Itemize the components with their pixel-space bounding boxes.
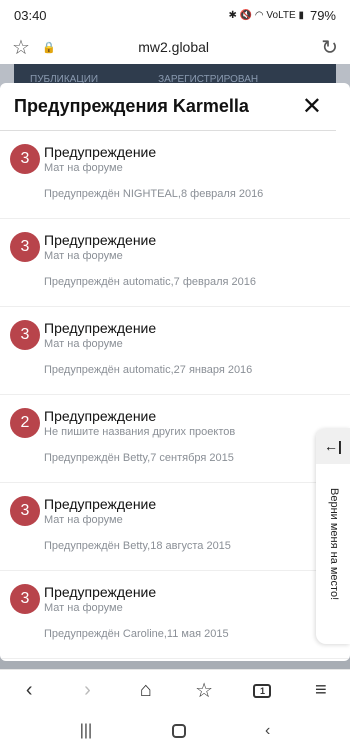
warning-meta: Предупреждён Betty,7 сентября 2015 [44, 452, 234, 464]
warning-item: 3 Предупреждение Мат на форуме Предупреж… [0, 131, 350, 219]
bookmarks-star-icon[interactable]: ☆ [184, 671, 224, 711]
menu-icon[interactable]: ≡ [301, 671, 341, 711]
warning-title[interactable]: Предупреждение [44, 408, 156, 424]
warning-points-badge: 2 [10, 408, 40, 438]
home-button-icon[interactable] [171, 723, 186, 738]
battery-level: 79% [309, 7, 336, 23]
lock-icon: 🔒 [42, 41, 56, 54]
forward-icon[interactable]: › [67, 671, 107, 711]
restore-position-tab[interactable]: ←| Верни меня на место! [316, 428, 350, 644]
warning-item: 3 Предупреждение Мат на форуме Предупреж… [0, 571, 350, 659]
warning-reason: Мат на форуме [44, 602, 123, 614]
arrow-left-bar-icon[interactable]: ←| [316, 428, 350, 464]
warning-reason: Мат на форуме [44, 250, 123, 262]
warning-points-badge: 3 [10, 496, 40, 526]
address-bar: ☆ 🔒 mw2.global ↻ [0, 30, 350, 64]
status-time: 03:40 [14, 7, 47, 23]
browser-toolbar: ‹ › ⌂ ☆ 1 ≡ [0, 669, 350, 711]
warning-meta: Предупреждён Betty,18 августа 2015 [44, 540, 231, 552]
tab-count: 1 [253, 683, 272, 698]
reload-icon[interactable]: ↻ [321, 35, 338, 60]
warning-points-badge: 3 [10, 232, 40, 262]
warning-item: 3 Предупреждение Мат на форуме Предупреж… [0, 219, 350, 307]
back-icon[interactable]: ‹ [9, 671, 49, 711]
warning-reason: Не пишите названия других проектов [44, 426, 236, 438]
warnings-modal: Предупреждения Karmella ✕ 3 Предупрежден… [0, 83, 350, 661]
status-icons: ✱ 🔇 ◠ VoLTE ▮ 79% [229, 8, 336, 23]
warning-reason: Мат на форуме [44, 338, 123, 350]
warning-points-badge: 3 [10, 144, 40, 174]
warning-points-badge: 3 [10, 320, 40, 350]
warning-list: 3 Предупреждение Мат на форуме Предупреж… [0, 131, 350, 659]
warning-item: 2 Предупреждение Не пишите названия друг… [0, 395, 350, 483]
warning-title[interactable]: Предупреждение [44, 320, 156, 336]
bookmark-star-icon[interactable]: ☆ [12, 35, 36, 60]
system-back-icon[interactable]: ‹ [265, 722, 270, 740]
close-icon[interactable]: ✕ [302, 94, 322, 119]
warning-meta: Предупреждён automatic,27 января 2016 [44, 364, 253, 376]
status-bar: 03:40 ✱ 🔇 ◠ VoLTE ▮ 79% [0, 0, 350, 30]
warning-reason: Мат на форуме [44, 514, 123, 526]
url-field[interactable]: mw2.global [56, 39, 291, 55]
warning-title[interactable]: Предупреждение [44, 584, 156, 600]
restore-position-label[interactable]: Верни меня на место! [326, 488, 340, 600]
warning-meta: Предупреждён automatic,7 февраля 2016 [44, 276, 256, 288]
warning-title[interactable]: Предупреждение [44, 144, 156, 160]
home-icon[interactable]: ⌂ [126, 671, 166, 711]
status-indicator-icons: ✱ 🔇 ◠ VoLTE ▮ [228, 9, 304, 21]
warning-title[interactable]: Предупреждение [44, 496, 156, 512]
warning-meta: Предупреждён Caroline,11 мая 2015 [44, 628, 229, 640]
warning-item: 3 Предупреждение Мат на форуме Предупреж… [0, 483, 350, 571]
warning-title[interactable]: Предупреждение [44, 232, 156, 248]
system-nav-bar: ||| ‹ [0, 711, 350, 750]
warning-item: 3 Предупреждение Мат на форуме Предупреж… [0, 307, 350, 395]
tabs-button[interactable]: 1 [242, 671, 282, 711]
recent-apps-icon[interactable]: ||| [80, 722, 92, 740]
warning-reason: Мат на форуме [44, 162, 123, 174]
warning-meta: Предупреждён NIGHTEAL,8 февраля 2016 [44, 188, 264, 200]
modal-header: Предупреждения Karmella ✕ [0, 83, 336, 131]
warning-points-badge: 3 [10, 584, 40, 614]
modal-title: Предупреждения Karmella [14, 96, 249, 116]
